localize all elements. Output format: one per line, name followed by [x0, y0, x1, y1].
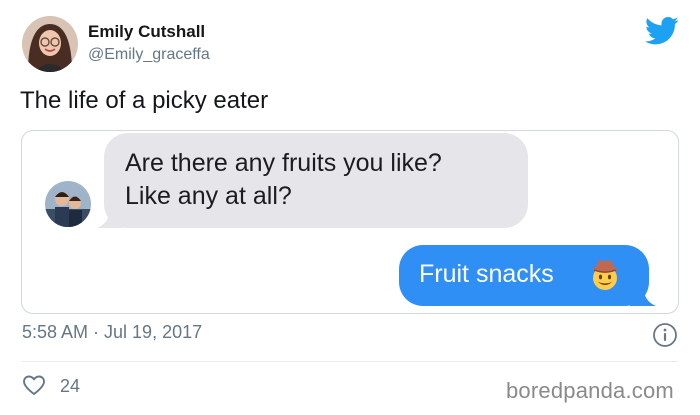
heart-icon[interactable]: [22, 374, 46, 396]
sent-message-text: Fruit snacks: [419, 260, 554, 288]
bubble-tail-icon: [97, 208, 123, 228]
tweet-timestamp[interactable]: 5:58 AM · Jul 19, 2017: [22, 322, 202, 343]
divider: [22, 361, 678, 362]
tweet-text: The life of a picky eater: [20, 87, 269, 114]
info-icon[interactable]: [652, 322, 678, 348]
cowboy-face-emoji-icon: [592, 260, 618, 290]
received-message-bubble: Are there any fruits you like? Like any …: [97, 133, 528, 228]
sent-message-bubble: Fruit snacks: [399, 245, 656, 306]
bubble-tail-icon: [630, 286, 656, 306]
author-name[interactable]: Emily Cutshall: [88, 22, 205, 42]
received-message-text: Are there any fruits you like? Like any …: [125, 149, 442, 210]
tweet-media[interactable]: Are there any fruits you like? Like any …: [21, 130, 679, 314]
watermark: boredpanda.com: [506, 378, 674, 403]
like-count: 24: [60, 376, 81, 396]
contact-avatar: [45, 181, 91, 227]
author-avatar[interactable]: [22, 16, 78, 72]
author-handle[interactable]: @Emily_graceffa: [88, 46, 210, 64]
twitter-bird-icon[interactable]: [645, 16, 679, 46]
